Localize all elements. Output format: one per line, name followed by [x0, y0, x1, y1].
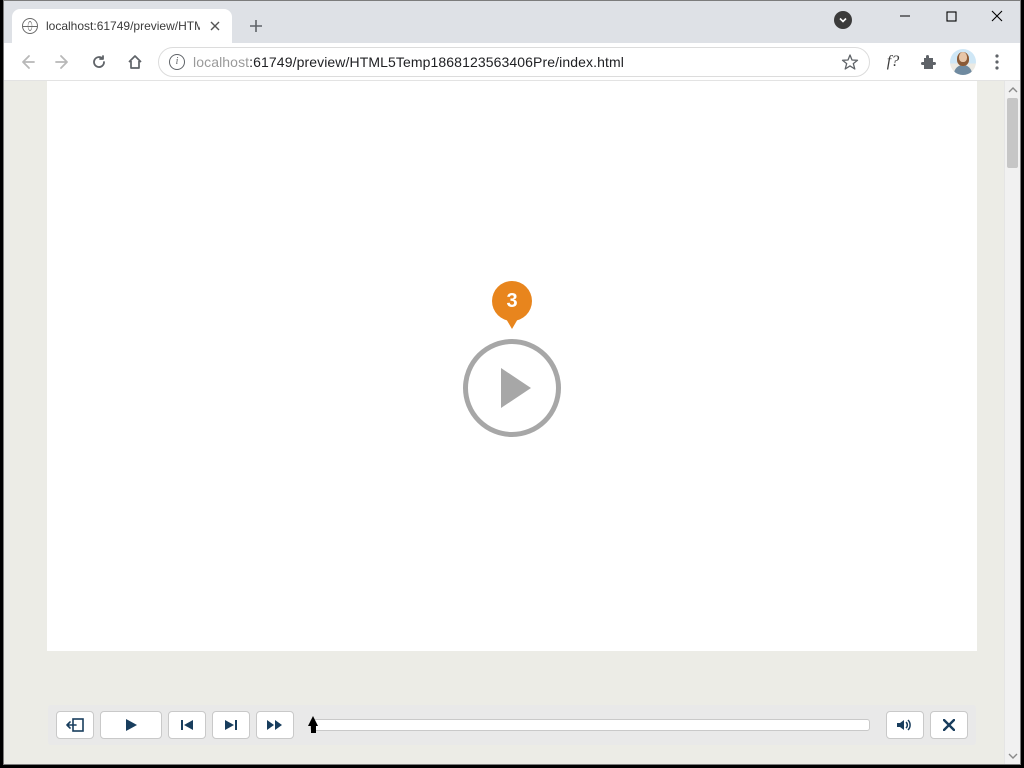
player-bar	[48, 705, 976, 745]
tab-close-icon[interactable]	[208, 19, 222, 33]
slide-canvas: 3	[47, 81, 977, 651]
tab-search-icon[interactable]	[834, 11, 852, 29]
previous-button[interactable]	[168, 711, 206, 739]
window-close-button[interactable]	[974, 1, 1020, 31]
tab-title: localhost:61749/preview/HTML5T	[46, 19, 200, 33]
browser-window: localhost:61749/preview/HTML5T	[3, 0, 1021, 765]
scroll-thumb[interactable]	[1007, 98, 1018, 168]
annotation-marker-label: 3	[506, 290, 517, 313]
maximize-button[interactable]	[928, 1, 974, 31]
fast-forward-button[interactable]	[256, 711, 294, 739]
scroll-down-icon[interactable]	[1005, 747, 1020, 764]
new-tab-button[interactable]	[242, 12, 270, 40]
window-controls	[882, 1, 1020, 31]
home-button[interactable]	[118, 47, 152, 77]
forward-button[interactable]	[46, 47, 80, 77]
titlebar: localhost:61749/preview/HTML5T	[4, 1, 1020, 43]
fq-extension-icon[interactable]: f?	[876, 47, 910, 77]
next-button[interactable]	[212, 711, 250, 739]
vertical-scrollbar[interactable]	[1004, 81, 1020, 764]
extensions-icon[interactable]	[912, 47, 946, 77]
exit-button[interactable]	[56, 711, 94, 739]
page-viewport: 3	[4, 81, 1020, 764]
bookmark-icon[interactable]	[841, 53, 859, 71]
site-info-icon[interactable]: i	[169, 54, 185, 70]
scroll-up-icon[interactable]	[1005, 81, 1020, 98]
annotation-marker[interactable]: 3	[492, 281, 532, 321]
play-icon	[501, 368, 531, 408]
back-button[interactable]	[10, 47, 44, 77]
progress-bar[interactable]	[310, 719, 870, 731]
url-text: localhost:61749/preview/HTML5Temp1868123…	[193, 54, 624, 70]
address-bar[interactable]: i localhost:61749/preview/HTML5Temp18681…	[158, 47, 870, 77]
chrome-menu-icon[interactable]	[980, 47, 1014, 77]
reload-button[interactable]	[82, 47, 116, 77]
browser-tab[interactable]: localhost:61749/preview/HTML5T	[12, 9, 232, 43]
toolbar: i localhost:61749/preview/HTML5Temp18681…	[4, 43, 1020, 81]
profile-avatar[interactable]	[950, 49, 976, 75]
volume-button[interactable]	[886, 711, 924, 739]
globe-icon	[22, 18, 38, 34]
minimize-button[interactable]	[882, 1, 928, 31]
play-button[interactable]	[100, 711, 162, 739]
cc-close-button[interactable]	[930, 711, 968, 739]
video-play-button[interactable]	[463, 339, 561, 437]
